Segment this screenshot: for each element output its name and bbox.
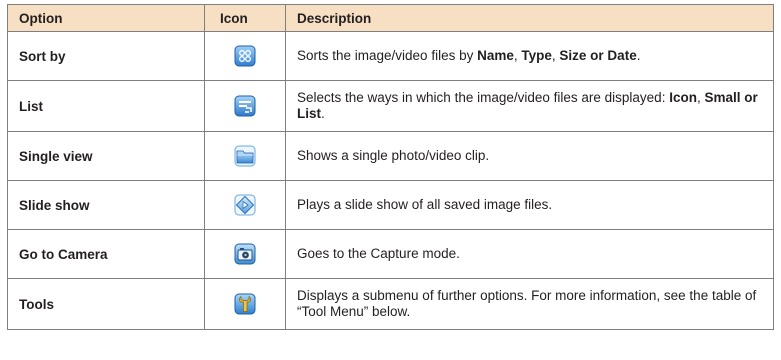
list-icon <box>234 95 256 117</box>
header-icon: Icon <box>204 4 286 32</box>
single-view-icon <box>234 145 256 167</box>
option-name: Go to Camera <box>7 229 205 279</box>
table-row: Sort by Sorts the image/video files by N… <box>7 31 774 81</box>
table-row: Slide show Plays a slide show of all sav… <box>7 180 774 230</box>
option-description: Plays a slide show of all saved image fi… <box>285 180 774 230</box>
table-header-row: Option Icon Description <box>7 4 774 32</box>
option-name: Slide show <box>7 180 205 230</box>
option-name: Sort by <box>7 31 205 81</box>
table-row: Single view Shows a single photo/video c… <box>7 131 774 181</box>
sort-by-icon <box>234 45 256 67</box>
table-row: Tools Displays a submenu of further opti… <box>7 278 774 330</box>
option-name: Single view <box>7 131 205 181</box>
option-description: Shows a single photo/video clip. <box>285 131 774 181</box>
options-table: Option Icon Description Sort by Sorts th… <box>7 4 774 330</box>
option-name: List <box>7 80 205 132</box>
header-option: Option <box>7 4 205 32</box>
table-row: List Selects the ways in which the image… <box>7 80 774 132</box>
camera-icon <box>234 243 256 265</box>
tools-icon <box>234 293 256 315</box>
option-description: Selects the ways in which the image/vide… <box>285 80 774 132</box>
option-description: Displays a submenu of further options. F… <box>285 278 774 330</box>
slide-show-icon <box>234 194 256 216</box>
table-row: Go to Camera Goes to the Capture mode. <box>7 229 774 279</box>
option-description: Goes to the Capture mode. <box>285 229 774 279</box>
option-name: Tools <box>7 278 205 330</box>
option-description: Sorts the image/video files by Name, Typ… <box>285 31 774 81</box>
header-description: Description <box>285 4 774 32</box>
